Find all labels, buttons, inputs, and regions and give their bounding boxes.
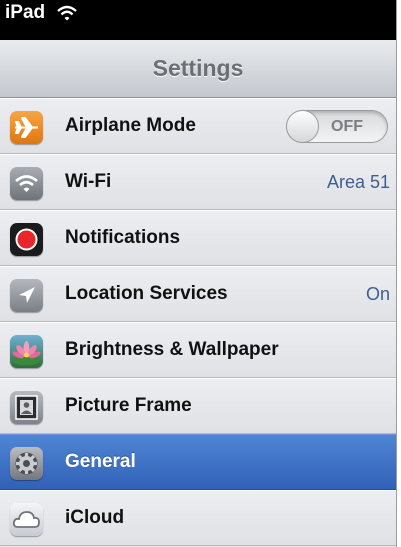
gear-icon [10,447,43,480]
notifications-icon [10,223,43,256]
wifi-icon [10,167,43,200]
toggle-knob [286,110,319,143]
row-label: Picture Frame [65,395,192,416]
navigation-bar: Settings [0,40,396,98]
wifi-icon [57,5,77,21]
row-wifi[interactable]: Wi-Fi Area 51 [0,154,396,210]
device-label: iPad [5,2,46,23]
location-services-value: On [365,284,390,304]
row-picture-frame[interactable]: Picture Frame [0,378,396,434]
row-notifications[interactable]: Notifications [0,210,396,266]
row-label: Brightness & Wallpaper [65,339,279,360]
row-icloud[interactable]: iCloud [0,490,396,546]
settings-list: Airplane Mode OFF Wi-Fi Area 51 Notifica… [0,98,396,546]
row-label: Airplane Mode [65,115,196,136]
cloud-icon [10,503,43,536]
row-label: Location Services [65,283,228,304]
row-label: General [65,451,136,472]
status-bar: iPad [0,0,396,40]
row-label: iCloud [65,507,125,528]
page-title: Settings [152,55,244,81]
row-brightness-wallpaper[interactable]: Brightness & Wallpaper [0,322,396,378]
row-airplane-mode: Airplane Mode OFF [0,98,396,154]
row-location-services[interactable]: Location Services On [0,266,396,322]
row-general[interactable]: General [0,434,396,490]
picture-frame-icon [10,391,43,424]
airplane-mode-toggle[interactable]: OFF [286,110,388,143]
toggle-state-label: OFF [331,118,363,135]
row-label: Wi-Fi [65,171,112,192]
airplane-icon [10,111,43,144]
location-arrow-icon [10,279,43,312]
row-label: Notifications [65,227,181,248]
wifi-network-value: Area 51 [326,172,390,192]
settings-screen: iPad Settings Airplane Mode OFF Wi-Fi Ar… [0,0,397,547]
flower-icon [10,335,43,368]
